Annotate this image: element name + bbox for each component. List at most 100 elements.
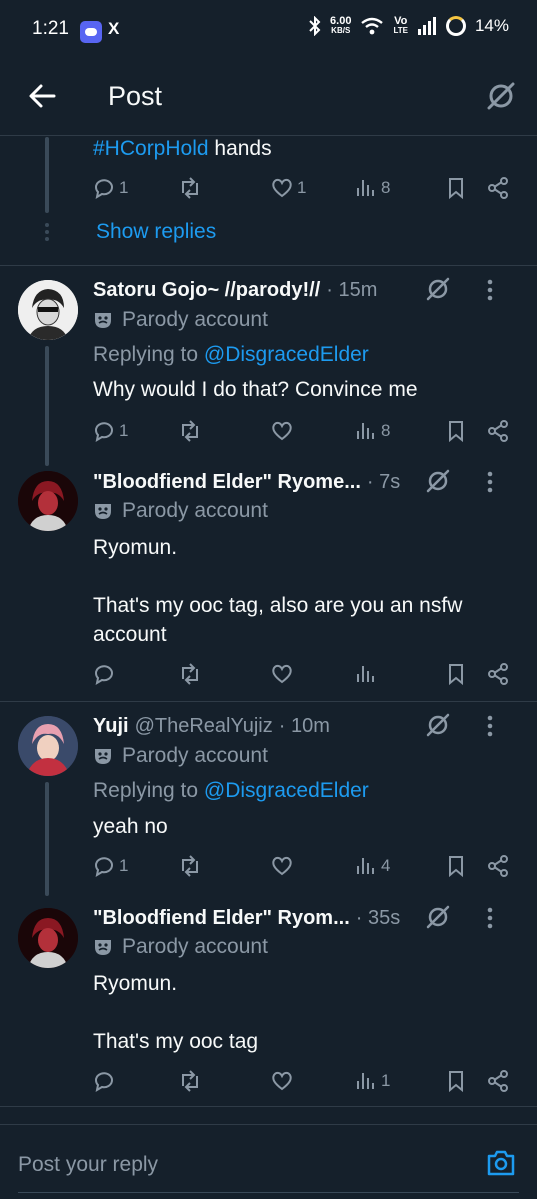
like-button[interactable]: 1 <box>270 176 306 200</box>
post-header: Yuji @TheRealYujiz · 10m <box>93 712 517 740</box>
heart-icon <box>272 856 292 876</box>
post-yuji[interactable]: Yuji @TheRealYujiz · 10m Parody account … <box>0 702 537 1107</box>
post-time: · 15m <box>326 278 378 301</box>
bookmark-button[interactable] <box>444 854 468 878</box>
share-button[interactable] <box>486 176 510 200</box>
post-header: "Bloodfiend Elder" Ryome... · 7s <box>93 468 517 496</box>
share-icon <box>488 855 508 877</box>
post-header: "Bloodfiend Elder" Ryom... · 35s <box>93 904 517 932</box>
reply-button[interactable] <box>92 1069 116 1093</box>
heart-icon <box>272 664 292 684</box>
grok-icon[interactable] <box>485 80 517 112</box>
post-actions: 1 8 <box>92 416 517 446</box>
post-actions: 1 4 <box>92 851 517 881</box>
more-vertical-icon[interactable] <box>487 278 493 302</box>
hashtag-link[interactable]: #HCorpHold <box>93 137 209 160</box>
more-vertical-icon[interactable] <box>487 906 493 930</box>
avatar[interactable] <box>18 908 78 968</box>
back-arrow-icon[interactable] <box>28 82 56 110</box>
views-icon <box>357 858 374 874</box>
show-replies-link[interactable]: Show replies <box>96 220 216 244</box>
avatar[interactable] <box>18 716 78 776</box>
post-text: Why would I do that? Convince me <box>93 378 418 401</box>
grok-icon[interactable] <box>425 712 451 738</box>
avatar-image <box>18 471 78 531</box>
reply-composer: Post your reply <box>0 1124 537 1199</box>
page-title: Post <box>108 81 163 111</box>
display-name[interactable]: "Bloodfiend Elder" Ryome... <box>93 471 361 494</box>
grok-icon[interactable] <box>425 468 451 494</box>
bluetooth-icon <box>309 16 321 36</box>
bookmark-button[interactable] <box>444 1069 468 1093</box>
reply-button[interactable] <box>92 662 116 686</box>
share-button[interactable] <box>486 662 510 686</box>
views-icon <box>357 666 374 682</box>
post-actions <box>92 659 517 689</box>
reply-button[interactable]: 1 <box>92 854 128 878</box>
thread-connector <box>45 346 49 466</box>
repost-button[interactable] <box>178 662 202 686</box>
reply-button[interactable]: 1 <box>92 176 128 200</box>
repost-button[interactable] <box>178 419 202 443</box>
share-button[interactable] <box>486 419 510 443</box>
like-button[interactable] <box>270 662 294 686</box>
like-button[interactable] <box>270 419 294 443</box>
views-icon <box>357 1073 374 1089</box>
signal-icon <box>417 17 436 35</box>
grok-icon[interactable] <box>425 904 451 930</box>
avatar[interactable] <box>18 280 78 340</box>
replying-to: Replying to @DisgracedElder <box>93 779 369 802</box>
wifi-icon <box>361 17 384 35</box>
display-name[interactable]: Satoru Gojo~ //parody!// <box>93 279 320 302</box>
grok-icon[interactable] <box>425 276 451 302</box>
post-gojo[interactable]: Satoru Gojo~ //parody!// · 15m Parody ac… <box>0 266 537 700</box>
mention-link[interactable]: @DisgracedElder <box>204 779 369 802</box>
collapsed-thread-dots-icon <box>45 223 49 241</box>
display-name[interactable]: "Bloodfiend Elder" Ryom... <box>93 907 350 930</box>
repost-icon <box>182 663 198 685</box>
parody-mask-icon <box>95 749 111 764</box>
views-button[interactable]: 8 <box>354 419 390 443</box>
reply-icon <box>95 857 113 878</box>
post-actions: 1 <box>92 1066 517 1096</box>
parody-mask-icon <box>95 504 111 519</box>
bookmark-button[interactable] <box>444 419 468 443</box>
post-time: · 35s <box>355 906 401 929</box>
repost-button[interactable] <box>178 176 202 200</box>
avatar[interactable] <box>18 471 78 531</box>
bookmark-button[interactable] <box>444 662 468 686</box>
top-post-actions: 1 1 8 <box>92 173 517 203</box>
x-notification-icon: X <box>108 19 120 38</box>
repost-button[interactable] <box>178 1069 202 1093</box>
avatar-image <box>18 908 78 968</box>
share-button[interactable] <box>486 1069 510 1093</box>
share-button[interactable] <box>486 854 510 878</box>
reply-button[interactable]: 1 <box>92 419 128 443</box>
reply-input[interactable]: Post your reply <box>18 1153 158 1177</box>
post-text: yeah no <box>93 815 168 838</box>
views-button[interactable]: 4 <box>354 854 390 878</box>
reply-icon <box>95 179 113 200</box>
display-name[interactable]: Yuji <box>93 715 129 738</box>
like-button[interactable] <box>270 854 294 878</box>
views-button[interactable]: 8 <box>354 176 390 200</box>
bookmark-icon <box>449 856 463 878</box>
thread-connector <box>45 782 49 896</box>
mention-link[interactable]: @DisgracedElder <box>204 343 369 366</box>
views-icon <box>357 180 374 196</box>
bookmark-button[interactable] <box>444 176 468 200</box>
share-icon <box>488 663 508 685</box>
more-vertical-icon[interactable] <box>487 470 493 494</box>
repost-button[interactable] <box>178 854 202 878</box>
like-button[interactable] <box>270 1069 294 1093</box>
reply-icon <box>95 422 113 443</box>
handle: @TheRealYujiz <box>134 714 273 737</box>
views-button[interactable]: 1 <box>354 1069 390 1093</box>
more-vertical-icon[interactable] <box>487 714 493 738</box>
battery-percent: 14% <box>474 16 509 35</box>
views-button[interactable] <box>354 662 378 686</box>
camera-icon[interactable] <box>485 1147 517 1179</box>
post-text: Ryomun. That's my ooc tag <box>93 972 259 1053</box>
share-icon <box>488 1070 508 1092</box>
bookmark-icon <box>449 421 463 443</box>
